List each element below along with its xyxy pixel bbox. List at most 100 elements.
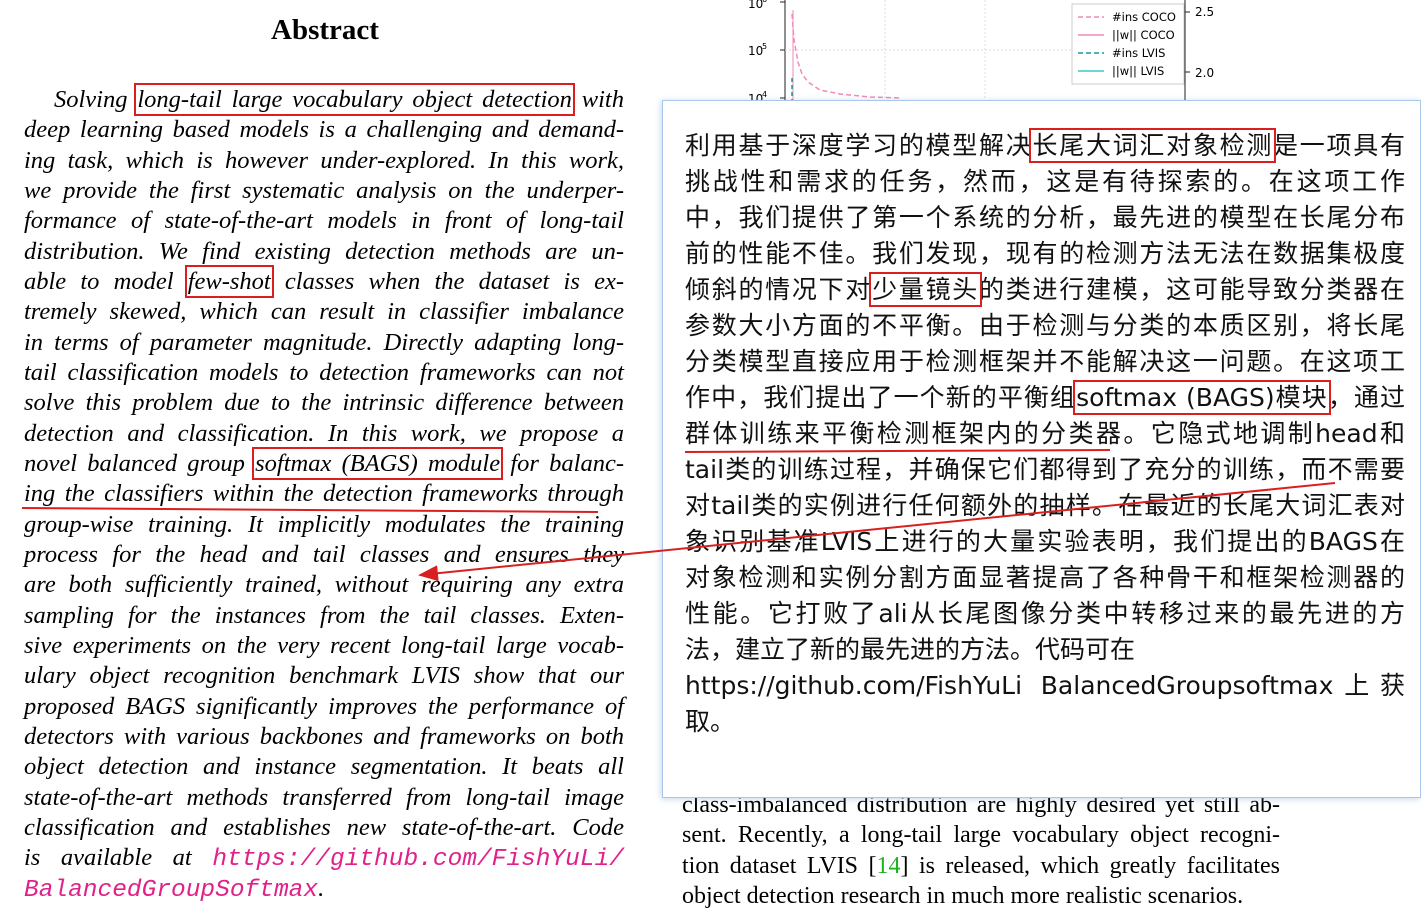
text-segment: ，通过 (1327, 383, 1405, 412)
body-line: object detection research in much more r… (682, 881, 1280, 911)
abstract-line: in terms of parameter magnitude. Directl… (24, 328, 624, 358)
translation-line: https://github.com/FishYuLi BalancedGrou… (685, 668, 1405, 704)
text-segment: classification and establishes new state… (24, 813, 624, 841)
abstract-line: state-of-the-art methods transferred fro… (24, 783, 624, 813)
y2-tick-label: 2.5 (1195, 5, 1214, 19)
text-segment: 作中，我们提出了一个新的平衡组 (685, 383, 1077, 412)
abstract-body: Solving long-tail large vocabulary objec… (24, 83, 624, 904)
translation-line: 中，我们提供了第一个系统的分析，最先进的模型在长尾分布 (685, 200, 1405, 236)
abstract-line: ing the classifiers within the detection… (24, 479, 624, 509)
text-segment: 取。 (685, 707, 736, 736)
y-tick-label: 10 (748, 92, 763, 100)
highlighted-phrase: 长尾大词汇对象检测 (1029, 128, 1277, 163)
abstract-line: Solving long-tail large vocabulary objec… (24, 83, 624, 116)
abstract-line: group-wise training. It implicitly modul… (24, 510, 624, 540)
text-segment: 的类进行建模，这可能导致分类器在 (979, 275, 1405, 304)
text-segment: 性能。它打败了ali从长尾图像分类中转移过来的最先进的方 (685, 599, 1405, 628)
text-segment: is available at (24, 844, 213, 872)
translation-line: 象识别基准LVIS上进行的大量实验表明，我们提出的BAGS在 (685, 524, 1405, 560)
translation-popup[interactable]: 利用基于深度学习的模型解决长尾大词汇对象检测是一项具有 挑战性和需求的任务，然而，… (662, 100, 1421, 798)
translation-line: 前的性能不佳。我们发现，现有的检测方法无法在数据集极度 (685, 236, 1405, 272)
abstract-line: are both sufficiently trained, without r… (24, 570, 624, 600)
abstract-line: solve this problem due to the intrinsic … (24, 388, 624, 418)
abstract-line: detectors with various backbones and fra… (24, 722, 624, 752)
text-segment: 群体训练来平衡检测框架内的分类器 (685, 419, 1124, 448)
text-segment: deep learning based models is a challeng… (24, 116, 624, 144)
text-segment: able to model (24, 267, 188, 295)
text-segment: 象识别基准LVIS上进行的大量实验表明，我们提出的BAGS在 (685, 527, 1405, 556)
text-segment: process for the head and tail classes an… (24, 540, 624, 568)
y-tick-exponent: 6 (762, 0, 767, 4)
code-link[interactable]: https://github.com/FishYuLi/ (212, 846, 624, 873)
translation-line: 群体训练来平衡检测框架内的分类器。它隐式地调制head和 (685, 416, 1405, 452)
text-segment: proposed BAGS significantly improves the… (24, 692, 624, 720)
text-segment: https://github.com/FishYuLi BalancedGrou… (685, 671, 1405, 700)
legend-label: #ins LVIS (1112, 46, 1165, 60)
text-segment: distribution. We find existing detection… (24, 237, 624, 265)
abstract-line: formance of state-of-the-art models in f… (24, 206, 624, 236)
abstract-line: deep learning based models is a challeng… (24, 115, 624, 145)
text-segment: detectors with various backbones and fra… (24, 722, 624, 750)
highlighted-phrase: few-shot (184, 264, 274, 298)
y-tick-label: 10 (748, 0, 763, 11)
abstract-line: sampling for the instances from the tail… (24, 601, 624, 631)
text-segment: ing task, which is however under-explore… (24, 146, 624, 174)
text-segment: 前的性能不佳。我们发现，现有的检测方法无法在数据集极度 (685, 239, 1405, 268)
text-segment: ] is released, which greatly facilitates (900, 852, 1280, 879)
translation-line: 利用基于深度学习的模型解决长尾大词汇对象检测是一项具有 (685, 128, 1405, 164)
translation-text: 利用基于深度学习的模型解决长尾大词汇对象检测是一项具有 挑战性和需求的任务，然而，… (685, 128, 1405, 740)
y2-tick-label: 2.0 (1195, 66, 1214, 80)
text-segment: . (318, 874, 325, 902)
abstract-line: we provide the first systematic analysis… (24, 176, 624, 206)
y-tick-exponent: 5 (762, 42, 767, 51)
body-line: tion dataset LVIS [14] is released, whic… (682, 851, 1280, 881)
translation-line: 对tail类的实例进行任何额外的抽样。在最近的长尾大词汇表对 (685, 488, 1405, 524)
text-segment: for balanc- (500, 449, 624, 477)
text-segment: Solving (54, 86, 138, 113)
highlighted-phrase: long-tail large vocabulary object detect… (134, 83, 575, 116)
text-segment: 是一项具有 (1273, 131, 1405, 160)
abstract-line: is available at https://github.com/FishY… (24, 843, 624, 873)
text-segment: tail classification models to detection … (24, 358, 624, 386)
text-segment: novel balanced group (24, 449, 256, 477)
text-segment: are both sufficiently trained, without r… (24, 571, 624, 599)
translation-line: 取。 (685, 704, 1405, 740)
text-segment: 对tail类的实例进行任何额外的抽样。在最近的长尾大词汇表对 (685, 491, 1405, 520)
text-segment: 对象检测和实例分割方面显著提高了各种骨干和框架检测器的 (685, 563, 1405, 592)
text-segment: we provide the first systematic analysis… (24, 176, 624, 204)
translation-line: 倾斜的情况下对少量镜头的类进行建模，这可能导致分类器在 (685, 272, 1405, 308)
abstract-line: tremely skewed, which can result in clas… (24, 297, 624, 327)
text-segment: formance of state-of-the-art models in f… (24, 207, 624, 235)
translation-line: tail类的训练过程，并确保它们都得到了充分的训练，而不需要 (685, 452, 1405, 488)
text-segment: 参数大小方面的不平衡。由于检测与分类的本质区别，将长尾 (685, 311, 1405, 340)
text-segment: sive experiments on the very recent long… (24, 631, 624, 659)
text-segment: state-of-the-art methods transferred fro… (24, 783, 624, 811)
text-segment: tion dataset LVIS [ (682, 852, 877, 879)
text-segment: 分类模型直接应用于检测框架并不能解决这一问题。在这项工 (685, 347, 1405, 376)
text-segment: tremely skewed, which can result in clas… (24, 298, 624, 326)
legend-label: ||w|| COCO (1112, 28, 1175, 42)
translation-line: 作中，我们提出了一个新的平衡组softmax (BAGS)模块，通过 (685, 380, 1405, 416)
text-segment: 法，建立了新的最先进的方法。代码可在 (685, 635, 1136, 664)
abstract-line: detection and classification. In this wo… (24, 419, 624, 449)
translation-line: 对象检测和实例分割方面显著提高了各种骨干和框架检测器的 (685, 560, 1405, 596)
abstract-line: classification and establishes new state… (24, 813, 624, 843)
text-segment: solve this problem due to the intrinsic … (24, 389, 624, 417)
translation-line: 性能。它打败了ali从长尾图像分类中转移过来的最先进的方 (685, 596, 1405, 632)
text-segment: group-wise training. It implicitly modul… (24, 510, 624, 538)
text-segment: 倾斜的情况下对 (685, 275, 873, 304)
figure-chart: 10 6 10 5 10 4 2.5 2.0 #ins COCO ||w|| C… (748, 0, 1214, 100)
abstract-heading: Abstract (271, 14, 379, 46)
legend-label: #ins COCO (1112, 10, 1176, 24)
abstract-line: ing task, which is however under-explore… (24, 146, 624, 176)
code-link[interactable]: BalancedGroupSoftmax (24, 877, 318, 904)
citation-link[interactable]: 14 (876, 853, 900, 879)
abstract-line: proposed BAGS significantly improves the… (24, 692, 624, 722)
highlighted-phrase: softmax (BAGS) module (252, 446, 504, 480)
abstract-line: BalancedGroupSoftmax. (24, 874, 624, 904)
y-tick-label: 10 (748, 44, 763, 58)
abstract-line: able to model few-shot classes when the … (24, 264, 624, 298)
text-segment: 。它隐式地调制head和 (1123, 419, 1405, 448)
abstract-line: object detection and instance segmentati… (24, 752, 624, 782)
translation-line: 分类模型直接应用于检测框架并不能解决这一问题。在这项工 (685, 344, 1405, 380)
